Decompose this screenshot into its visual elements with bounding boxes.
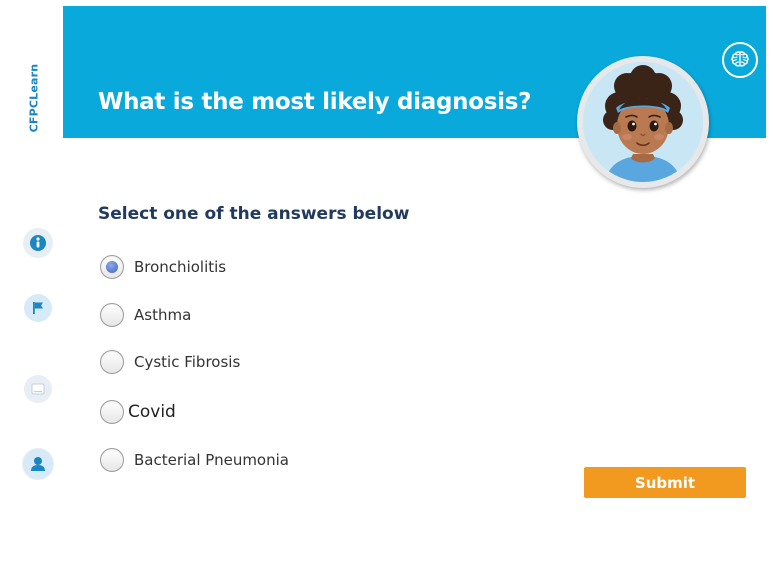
profile-button[interactable] bbox=[22, 448, 54, 480]
question-instruction: Select one of the answers below bbox=[98, 204, 410, 224]
radio-button-asthma[interactable] bbox=[100, 303, 124, 327]
radio-button-bacterial-pneumonia[interactable] bbox=[100, 448, 124, 472]
answer-label-bronchiolitis: Bronchiolitis bbox=[134, 258, 227, 276]
notes-icon bbox=[31, 383, 45, 395]
answer-label-covid: Covid bbox=[128, 402, 176, 422]
page-title: What is the most likely diagnosis? bbox=[98, 89, 532, 115]
answer-option-covid[interactable]: Covid bbox=[100, 398, 176, 426]
answer-option-cystic-fibrosis[interactable]: Cystic Fibrosis bbox=[100, 348, 240, 376]
info-icon bbox=[30, 228, 46, 251]
patient-avatar-portrait bbox=[583, 62, 703, 182]
radio-button-bronchiolitis[interactable] bbox=[100, 255, 124, 279]
answer-label-bacterial-pneumonia: Bacterial Pneumonia bbox=[134, 451, 289, 469]
flag-button[interactable] bbox=[24, 294, 52, 322]
brain-icon bbox=[731, 51, 749, 67]
child-portrait-illustration bbox=[583, 62, 703, 182]
answer-option-bronchiolitis[interactable]: Bronchiolitis bbox=[100, 253, 226, 281]
patient-avatar bbox=[577, 56, 709, 188]
answer-option-bacterial-pneumonia[interactable]: Bacterial Pneumonia bbox=[100, 446, 289, 474]
answer-label-asthma: Asthma bbox=[134, 306, 192, 324]
notes-button[interactable] bbox=[24, 375, 52, 403]
brain-button[interactable] bbox=[722, 42, 758, 78]
answer-option-asthma[interactable]: Asthma bbox=[100, 301, 191, 329]
submit-button[interactable]: Submit bbox=[584, 467, 746, 498]
radio-button-covid[interactable] bbox=[100, 400, 124, 424]
answer-label-cystic-fibrosis: Cystic Fibrosis bbox=[134, 353, 241, 371]
info-button[interactable] bbox=[23, 228, 53, 258]
flag-icon bbox=[33, 302, 43, 314]
radio-button-cystic-fibrosis[interactable] bbox=[100, 350, 124, 374]
brand-logo-text: CFPCLearn bbox=[27, 63, 41, 133]
profile-icon bbox=[31, 457, 45, 471]
radio-selected-dot bbox=[106, 261, 118, 273]
